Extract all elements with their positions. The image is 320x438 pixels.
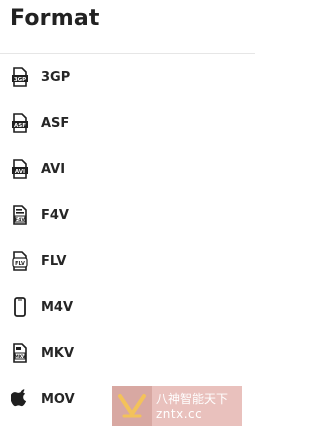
- format-item-f4v[interactable]: F4V F4V: [0, 192, 255, 238]
- phone-icon: [10, 296, 30, 318]
- svg-text:ASF: ASF: [14, 123, 26, 129]
- format-label: F4V: [41, 207, 69, 223]
- watermark-logo-icon: [112, 386, 152, 426]
- svg-text:MKV: MKV: [15, 354, 26, 359]
- format-label: M4V: [41, 299, 74, 315]
- asf-file-icon: ASF: [10, 112, 30, 134]
- format-item-m4v[interactable]: M4V: [0, 284, 255, 330]
- watermark-text: 八神智能天下: [156, 392, 229, 406]
- format-item-flv[interactable]: FLV FLV: [0, 238, 255, 284]
- watermark-badge: 八神智能天下 zntx.cc: [112, 386, 242, 426]
- page-title: Format: [10, 6, 100, 31]
- format-item-3gp[interactable]: 3GP 3GP: [0, 54, 255, 100]
- format-item-asf[interactable]: ASF ASF: [0, 100, 255, 146]
- svg-text:3GP: 3GP: [14, 77, 26, 83]
- mkv-file-icon: MKV: [10, 342, 30, 364]
- svg-text:AVI: AVI: [15, 169, 25, 175]
- format-label: ASF: [41, 115, 70, 131]
- format-label: 3GP: [41, 69, 71, 85]
- flv-file-icon: FLV: [10, 250, 30, 272]
- watermark-url: zntx.cc: [156, 407, 203, 421]
- format-label: FLV: [41, 253, 67, 269]
- 3gp-file-icon: 3GP: [10, 66, 30, 88]
- svg-text:F4V: F4V: [15, 217, 25, 223]
- page-header: Format: [0, 0, 255, 54]
- format-label: AVI: [41, 161, 66, 177]
- avi-file-icon: AVI: [10, 158, 30, 180]
- format-item-mkv[interactable]: MKV MKV: [0, 330, 255, 376]
- format-item-avi[interactable]: AVI AVI: [0, 146, 255, 192]
- format-label: MKV: [41, 345, 75, 361]
- f4v-file-icon: F4V: [10, 204, 30, 226]
- svg-text:FLV: FLV: [15, 261, 25, 267]
- format-label: MOV: [41, 391, 75, 407]
- apple-icon: [10, 388, 30, 410]
